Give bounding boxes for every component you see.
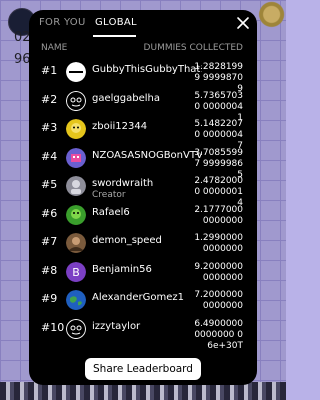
row-rank: #10 (41, 320, 65, 334)
column-header-name: NAME (41, 43, 68, 53)
photo-avatar (66, 233, 86, 253)
close-icon (237, 17, 249, 29)
row-rank: #3 (41, 121, 58, 134)
column-header-dummies: DUMMIES COLLECTED (143, 43, 243, 53)
row-username[interactable]: demon_speed (92, 235, 202, 246)
leaderboard-row[interactable]: #10 izzytaylor 6.4900000 0000000 06e+30T (29, 314, 257, 351)
row-role-label: Creator (92, 190, 126, 200)
row-score: 2.1777000 0000000 (194, 204, 243, 226)
leaderboard-row[interactable]: #8 B Benjamin56 9.2000000 0000000 (29, 257, 257, 286)
row-rank: #8 (41, 263, 58, 277)
row-score: 9.2000000 0000000 (194, 261, 243, 283)
row-username[interactable]: GubbyThisGubbyThat123 (92, 64, 202, 75)
row-username[interactable]: Rafael6 (92, 207, 202, 218)
letter-b-avatar: B (66, 261, 86, 282)
tab-for-you[interactable]: FOR YOU (39, 17, 86, 28)
globe-avatar (66, 290, 86, 310)
leaderboard-tabs: FOR YOU GLOBAL (29, 10, 257, 38)
leaderboard-row[interactable]: #6 Rafael6 2.1777000 0000000 (29, 200, 257, 229)
leaderboard-row[interactable]: #7 demon_speed 1.2990000 0000000 (29, 228, 257, 257)
white-circle-avatar (66, 62, 86, 82)
leaderboard-row[interactable]: #9 AlexanderGomez1 7.2000000 0000000 (29, 285, 257, 314)
svg-text:B: B (72, 266, 80, 279)
row-rank: #7 (41, 235, 58, 248)
mascot-avatar (66, 318, 86, 339)
row-rank: #2 (41, 92, 58, 106)
row-username[interactable]: swordwraith (92, 178, 202, 189)
tab-active-indicator (93, 35, 136, 37)
row-score: 6.4900000 0000000 06e+30T (194, 318, 243, 351)
row-username[interactable]: AlexanderGomez1 (92, 292, 202, 303)
row-score: 7.2000000 0000000 (194, 290, 243, 311)
row-score: 1.2990000 0000000 (194, 233, 243, 254)
leaderboard-row[interactable]: #2 gaelggabelha 5.73657030 00000041 (29, 86, 257, 123)
leaderboard-row[interactable]: #4 NZOASASNOGBonVTV 3.70855997 99999865 (29, 143, 257, 180)
row-username[interactable]: izzytaylor (92, 321, 202, 332)
close-button[interactable] (235, 15, 251, 31)
gray-character-avatar (66, 176, 86, 196)
row-username[interactable]: NZOASASNOGBonVTV (92, 150, 202, 161)
leaderboard-list: #1GubbyThisGubbyThat1231.28281999 999987… (29, 57, 257, 351)
leaderboard-row[interactable]: #3 zboii12344 5.14822070 00000047 (29, 114, 257, 151)
row-username[interactable]: Benjamin56 (92, 264, 202, 275)
green-character-avatar (66, 204, 86, 225)
row-username[interactable]: zboii12344 (92, 121, 202, 132)
tab-global[interactable]: GLOBAL (95, 17, 137, 28)
row-rank: #9 (41, 292, 58, 305)
leaderboard-modal: FOR YOU GLOBAL NAME DUMMIES COLLECTED #1… (29, 10, 257, 385)
row-rank: #6 (41, 206, 58, 220)
leaderboard-header: NAME DUMMIES COLLECTED (29, 43, 257, 55)
row-rank: #5 (41, 178, 58, 191)
leaderboard-row[interactable]: #5 swordwraith Creator 2.47820000 00000014 (29, 171, 257, 208)
mascot-avatar (66, 90, 86, 111)
row-rank: #1 (41, 64, 58, 77)
row-rank: #4 (41, 149, 58, 163)
share-leaderboard-button[interactable]: Share Leaderboard (85, 358, 201, 380)
leaderboard-row[interactable]: #1GubbyThisGubbyThat1231.28281999 999987… (29, 57, 257, 94)
yellow-character-avatar (66, 119, 86, 139)
row-username[interactable]: gaelggabelha (92, 93, 202, 104)
pixel-avatar (66, 147, 86, 168)
